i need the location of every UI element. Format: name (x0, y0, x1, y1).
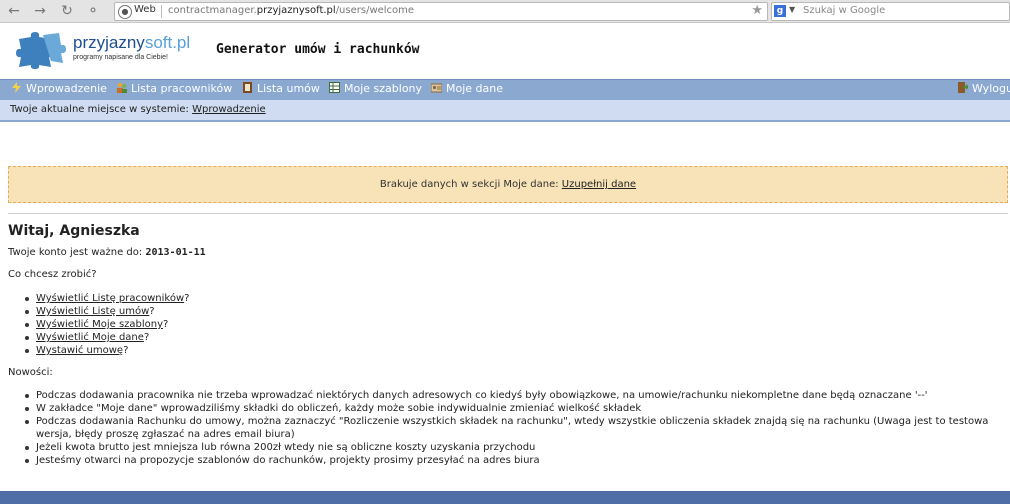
book-icon (243, 82, 252, 93)
lightning-icon (12, 82, 21, 93)
news-item: W zakładce "Moje dane" wprowadziliśmy sk… (24, 402, 1004, 415)
list-item: Wyświetlić Moje szablony? (24, 318, 189, 331)
globe-icon: ● (118, 5, 132, 19)
list-item: Wyświetlić Listę pracowników? (24, 292, 189, 305)
menu-item-moje-szablony[interactable]: Moje szablony (329, 82, 422, 95)
address-bar[interactable]: ● Web contractmanager.przyjaznysoft.pl/u… (114, 2, 768, 21)
news-item: Podczas dodawania pracownika nie trzeba … (24, 389, 1004, 402)
logo-text: przyjaznysoft.pl (73, 33, 191, 52)
action-list: Wyświetlić Listę pracowników? Wyświetlić… (24, 292, 189, 357)
users-icon (117, 82, 127, 93)
divider (8, 213, 1008, 214)
action-link-moje-dane[interactable]: Wyświetlić Moje dane (36, 332, 144, 343)
action-link-szablony[interactable]: Wyświetlić Moje szablony (36, 319, 163, 330)
action-link-wystaw-umowe[interactable]: Wystawić umowę (36, 345, 123, 356)
news-item: Jesteśmy otwarci na propozycje szablonów… (24, 454, 1004, 467)
menu-item-lista-umow[interactable]: Lista umów (242, 82, 320, 95)
url-text[interactable]: contractmanager.przyjaznysoft.pl/users/w… (168, 5, 414, 16)
puzzle-logo-icon (16, 32, 66, 69)
reload-icon[interactable]: ↻ (58, 2, 76, 20)
site-logo[interactable]: przyjaznysoft.pl programy napisane dla C… (13, 31, 213, 71)
key-icon[interactable]: ⚬ (84, 2, 102, 20)
list-item: Wystawić umowę? (24, 344, 189, 357)
logout-door-icon (958, 82, 968, 93)
breadcrumb: Twoje aktualne miejsce w systemie: Wprow… (10, 104, 266, 115)
web-label: Web (134, 4, 156, 15)
footer-bar (0, 491, 1010, 504)
news-item: Podczas dodawania Rachunku do umowy, moż… (24, 415, 1004, 441)
search-placeholder[interactable]: Szukaj w Google (803, 5, 885, 16)
menu-item-lista-pracownikow[interactable]: Lista pracowników (116, 82, 232, 95)
bookmark-star-icon[interactable]: ★ (751, 3, 763, 18)
menu-item-moje-dane[interactable]: Moje dane (431, 82, 503, 95)
logo-tagline: programy napisane dla Ciebie! (73, 54, 168, 61)
main-menu: Wprowadzenie Lista pracowników Lista umó… (0, 79, 1010, 101)
account-validity: Twoje konto jest ważne do: 2013-01-11 (8, 247, 206, 258)
forward-arrow-icon[interactable]: → (31, 2, 49, 20)
menu-item-wprowadzenie[interactable]: Wprowadzenie (11, 82, 107, 95)
app-title: Generator umów i rachunków (216, 42, 420, 57)
page-title: Witaj, Agnieszka (8, 223, 140, 239)
news-heading: Nowości: (8, 367, 53, 378)
list-item: Wyświetlić Listę umów? (24, 305, 189, 318)
breadcrumb-bar: Twoje aktualne miejsce w systemie: Wprow… (0, 100, 1010, 122)
news-item: Jeżeli kwota brutto jest mniejsza lub ró… (24, 441, 1004, 454)
browser-search-box[interactable]: g ▼ Szukaj w Google (771, 2, 1010, 21)
question-text: Co chcesz zrobić? (8, 269, 97, 280)
breadcrumb-link-wprowadzenie[interactable]: Wprowadzenie (192, 104, 266, 115)
back-arrow-icon[interactable]: ← (5, 2, 23, 20)
account-expiry-date: 2013-01-11 (145, 247, 206, 258)
browser-toolbar: ← → ↻ ⚬ ● Web contractmanager.przyjaznys… (0, 0, 1010, 23)
table-icon (329, 82, 340, 93)
complete-data-link[interactable]: Uzupełnij dane (562, 179, 636, 190)
news-list: Podczas dodawania pracownika nie trzeba … (24, 389, 1004, 467)
missing-data-warning: Brakuje danych w sekcji Moje dane: Uzupe… (8, 166, 1008, 203)
google-icon[interactable]: g (774, 5, 786, 17)
action-link-pracownicy[interactable]: Wyświetlić Listę pracowników (36, 293, 184, 304)
dropdown-arrow-icon[interactable]: ▼ (789, 5, 795, 14)
action-link-umowy[interactable]: Wyświetlić Listę umów (36, 306, 149, 317)
id-card-icon (431, 83, 442, 93)
list-item: Wyświetlić Moje dane? (24, 331, 189, 344)
logout-link[interactable]: Wylogu (957, 82, 1010, 95)
